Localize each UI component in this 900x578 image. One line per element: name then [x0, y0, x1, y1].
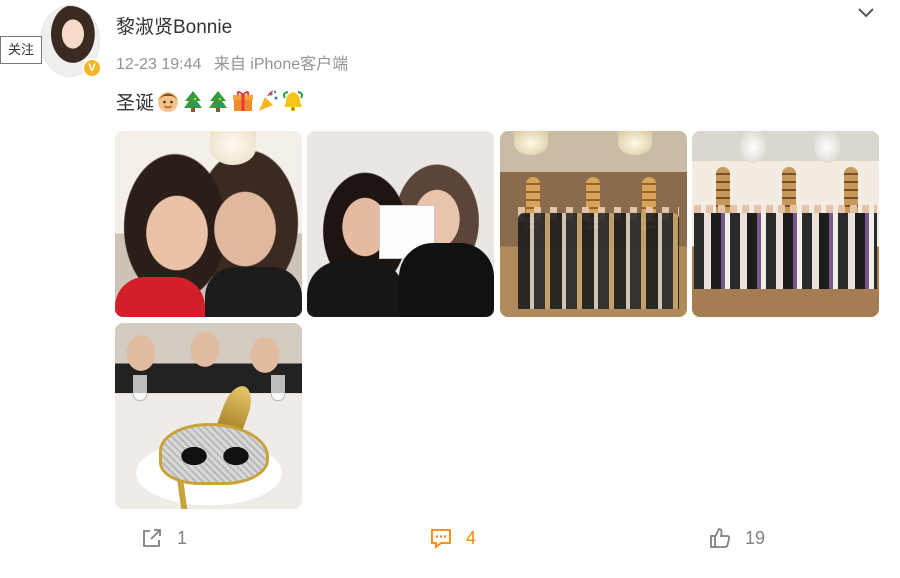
masquerade-mask — [159, 423, 269, 485]
group-people — [694, 213, 877, 289]
wine-glass — [133, 375, 147, 401]
thumbs-up-icon — [710, 528, 730, 548]
chandelier — [814, 131, 840, 163]
comment-icon — [431, 529, 451, 549]
wine-glass — [271, 375, 285, 401]
avatar[interactable]: V — [40, 5, 102, 79]
post-meta: 12-23 19:44 来自 iPhone客户端 — [116, 50, 356, 74]
author-name[interactable]: 黎淑贤Bonnie — [116, 12, 232, 39]
gift-box-icon — [233, 91, 254, 111]
chandelier — [740, 131, 766, 163]
bell-icon — [283, 91, 303, 111]
post-time[interactable]: 12-23 19:44 — [116, 56, 201, 73]
photo-4-group-hall-wide[interactable] — [692, 131, 879, 317]
christmas-tree-icon — [184, 91, 203, 112]
person-black-top — [205, 267, 302, 317]
chandelier — [618, 131, 652, 155]
person-left — [307, 261, 405, 317]
weibo-post-card: V 关注 黎淑贤Bonnie 12-23 19:44 来自 iPhone客户端 … — [0, 0, 900, 578]
verified-icon: V — [82, 58, 102, 78]
post-text: 圣诞 — [116, 88, 306, 114]
comment-button[interactable]: 4 — [430, 526, 476, 550]
photo-2-two-women[interactable] — [307, 131, 494, 317]
photo-3-group-hall[interactable] — [500, 131, 687, 317]
post-source: 来自 iPhone客户端 — [213, 56, 349, 73]
post-text-content: 圣诞 — [116, 92, 155, 114]
boy-face-icon — [158, 92, 179, 112]
follow-button[interactable]: 关注 — [0, 36, 42, 64]
chandelier — [210, 131, 256, 165]
photo-1-selfie[interactable] — [115, 131, 302, 317]
like-count: 19 — [745, 527, 766, 548]
party-popper-icon — [259, 90, 278, 111]
chevron-down-icon[interactable] — [856, 2, 876, 22]
chandelier — [514, 131, 548, 155]
group-people — [518, 213, 679, 309]
like-button[interactable]: 19 — [709, 526, 765, 550]
person-red-top — [115, 277, 205, 317]
repost-button[interactable]: 1 — [141, 526, 187, 550]
christmas-tree-icon — [209, 91, 228, 112]
comment-count: 4 — [466, 527, 477, 548]
repost-icon — [143, 529, 161, 547]
person-right — [399, 243, 494, 317]
photo-5-masquerade-mask[interactable] — [115, 323, 302, 509]
repost-count: 1 — [177, 527, 188, 548]
